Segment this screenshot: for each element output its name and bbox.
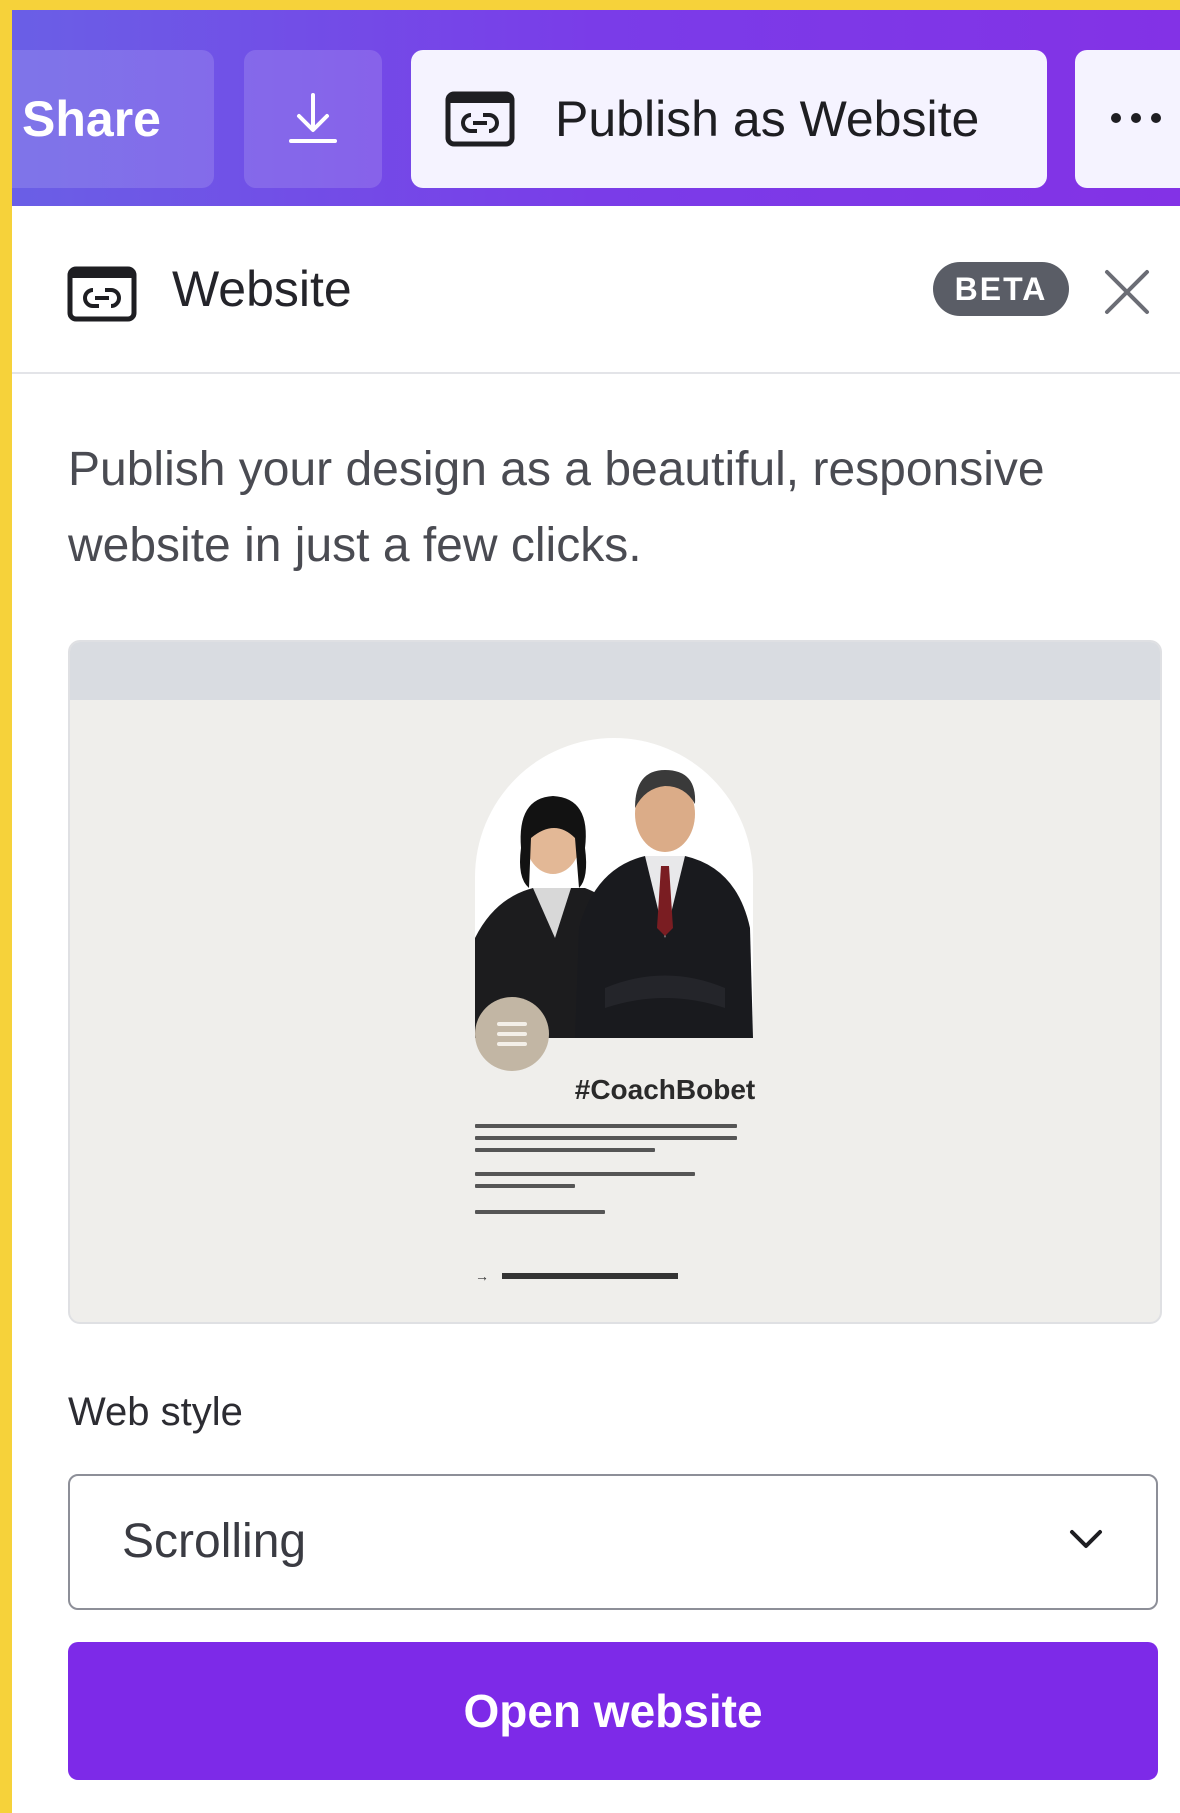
beta-badge: BETA (933, 262, 1069, 316)
window-border (12, 0, 1180, 10)
open-website-button[interactable]: Open website (68, 1642, 1158, 1780)
download-button[interactable] (244, 50, 382, 188)
panel-header: Website BETA (12, 206, 1180, 374)
preview-text-line (475, 1124, 737, 1128)
more-dots-icon (1111, 110, 1171, 128)
coaches-photo (475, 738, 753, 1038)
preview-text-line (475, 1136, 737, 1140)
publish-label: Publish as Website (555, 91, 980, 147)
web-style-select[interactable]: Scrolling (68, 1474, 1158, 1610)
close-icon[interactable] (1097, 262, 1157, 322)
website-link-icon (67, 266, 137, 322)
chevron-down-icon (1070, 1530, 1102, 1548)
preview-heading: #CoachBobet (574, 1074, 756, 1105)
website-preview: #CoachBobet → (68, 640, 1162, 1324)
download-icon (289, 93, 337, 143)
preview-browser-bar (70, 642, 1160, 700)
preview-text-line (475, 1172, 695, 1176)
top-toolbar: Share Publish as Website (12, 10, 1180, 206)
preview-text-line (475, 1184, 575, 1188)
website-link-icon (445, 91, 515, 147)
publish-as-website-button[interactable]: Publish as Website (411, 50, 1047, 188)
panel-description: Publish your design as a beautiful, resp… (68, 443, 1045, 572)
preview-arrow-icon: → (475, 1268, 489, 1284)
panel-title: Website (172, 261, 352, 317)
web-style-label: Web style (68, 1390, 243, 1434)
more-options-button[interactable] (1075, 50, 1180, 188)
brand-logo (475, 997, 549, 1071)
preview-text-line (475, 1210, 605, 1214)
publish-website-panel: Share Publish as Website Website BETA Pu… (12, 0, 1180, 1813)
web-style-value: Scrolling (122, 1515, 307, 1568)
preview-link (502, 1273, 678, 1279)
preview-text-line (475, 1148, 655, 1152)
share-button[interactable]: Share (12, 50, 214, 188)
